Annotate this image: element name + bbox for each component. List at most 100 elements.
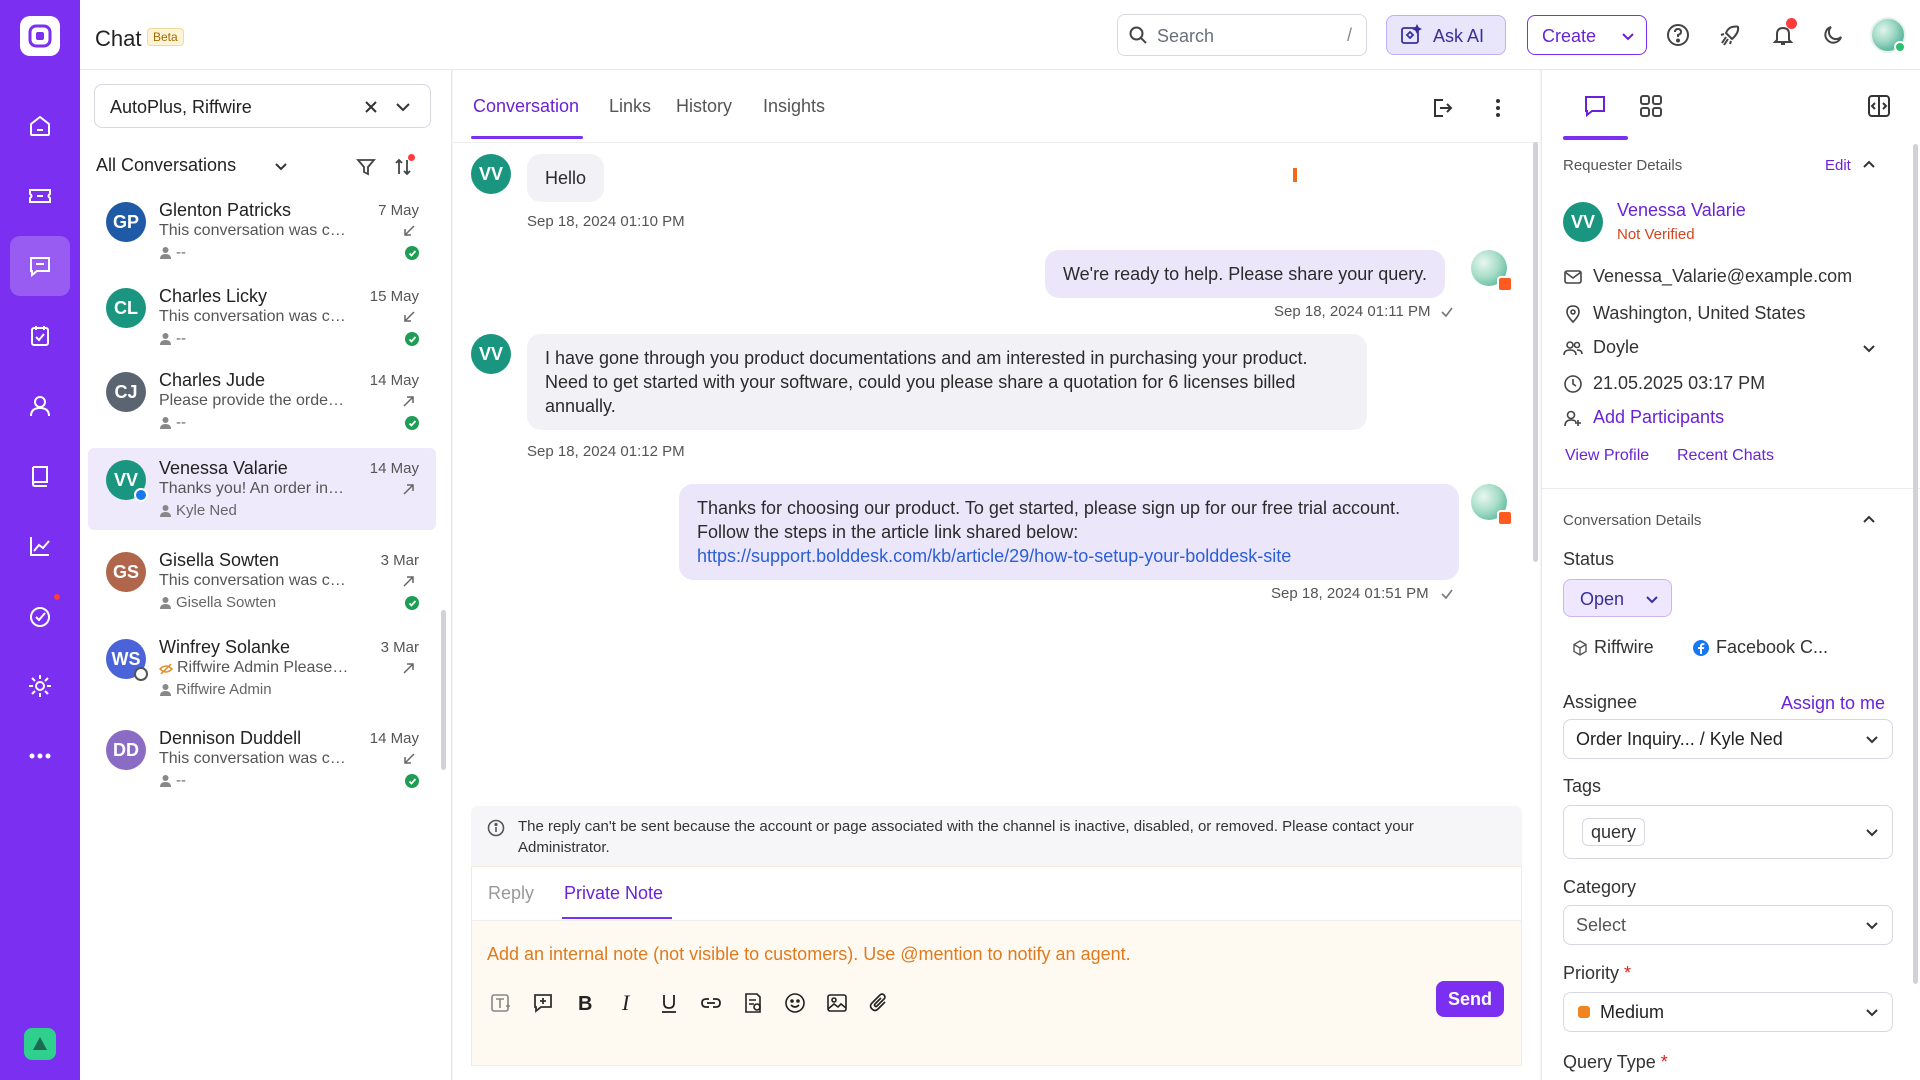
- sort-icon[interactable]: [392, 154, 415, 178]
- assigned-agent-name: Kyle Ned: [176, 502, 237, 519]
- clear-icon[interactable]: [361, 97, 381, 117]
- emoji-icon[interactable]: [781, 989, 809, 1017]
- home-icon[interactable]: [10, 96, 70, 156]
- chevron-down-icon: [1864, 731, 1880, 747]
- ask-ai-button[interactable]: Ask AI: [1386, 15, 1506, 55]
- tab-reply[interactable]: Reply: [488, 883, 534, 904]
- conversation-list-item[interactable]: DD Dennison Duddell 14 May This conversatio…: [88, 718, 436, 800]
- chevron-up-icon[interactable]: [1860, 156, 1878, 174]
- more-icon[interactable]: [10, 726, 70, 786]
- customer-message-bubble: I have gone through you product document…: [527, 334, 1367, 430]
- category-label: Category: [1563, 877, 1637, 897]
- app-logo-icon[interactable]: [20, 16, 60, 56]
- panel-toggle-icon[interactable]: [1865, 92, 1893, 120]
- category-select[interactable]: Select: [1563, 905, 1893, 945]
- moon-icon[interactable]: [1818, 20, 1848, 50]
- tag-chip[interactable]: query: [1582, 818, 1646, 846]
- more-options-icon[interactable]: [1486, 96, 1510, 120]
- apps-grid-icon[interactable]: [1637, 92, 1665, 120]
- scrollbar[interactable]: [1913, 144, 1918, 984]
- view-profile-link[interactable]: View Profile: [1565, 447, 1649, 465]
- link-icon[interactable]: [697, 989, 725, 1017]
- conversation-list-item[interactable]: CL Charles Licky 15 May This conversation w…: [88, 276, 436, 358]
- details-panel: Requester Details Edit VV Venessa Valari…: [1541, 70, 1920, 1080]
- assignee-select[interactable]: Order Inquiry... / Kyle Ned: [1563, 719, 1893, 759]
- article-link[interactable]: https://support.bolddesk.com/kb/article/…: [697, 544, 1441, 568]
- scrollbar[interactable]: [1533, 142, 1538, 562]
- message-preview: This conversation was clos...: [159, 222, 349, 239]
- conversation-date: 7 May: [378, 202, 419, 219]
- brand-cube-icon: [1572, 639, 1588, 656]
- top-bar: Chat Beta Search / Ask AI Create: [80, 0, 1920, 70]
- conversation-scope-dropdown[interactable]: All Conversations: [96, 155, 287, 176]
- tab-private-note[interactable]: Private Note: [564, 883, 663, 904]
- assign-to-me-link[interactable]: Assign to me: [1781, 693, 1885, 714]
- tasks-icon[interactable]: [10, 306, 70, 366]
- canned-response-icon[interactable]: [529, 989, 557, 1017]
- chevron-down-icon[interactable]: [1861, 340, 1877, 356]
- exit-conversation-icon[interactable]: [1430, 96, 1454, 120]
- bell-icon[interactable]: [1768, 18, 1798, 50]
- settings-icon[interactable]: [10, 656, 70, 716]
- chevron-down-icon[interactable]: [393, 97, 413, 117]
- search-input[interactable]: Search /: [1117, 14, 1367, 56]
- contact-avatar: GP: [106, 202, 146, 242]
- priority-select[interactable]: Medium: [1563, 992, 1893, 1032]
- nav-rail: [0, 0, 80, 1080]
- scrollbar[interactable]: [441, 610, 446, 770]
- search-shortcut: /: [1346, 25, 1352, 45]
- add-participants-button[interactable]: Add Participants: [1563, 407, 1724, 428]
- send-button[interactable]: Send: [1436, 981, 1504, 1017]
- contacts-icon[interactable]: [10, 376, 70, 436]
- user-avatar[interactable]: [1870, 17, 1906, 53]
- italic-icon[interactable]: I: [613, 989, 641, 1017]
- conversation-list-item[interactable]: CJ Charles Jude 14 May Please provide the o…: [88, 360, 436, 442]
- text-format-icon[interactable]: [487, 989, 515, 1017]
- conversation-list-item[interactable]: VV Venessa Valarie 14 May Thanks you! An or…: [88, 448, 436, 530]
- article-insert-icon[interactable]: [739, 989, 767, 1017]
- chat-icon[interactable]: [10, 236, 70, 296]
- requester-email-row: Venessa_Valarie@example.com: [1563, 266, 1852, 287]
- bold-icon[interactable]: B: [571, 989, 599, 1017]
- chat-details-tab-icon[interactable]: [1581, 92, 1609, 120]
- tab-insights[interactable]: Insights: [763, 96, 825, 117]
- chevron-up-icon[interactable]: [1860, 511, 1878, 529]
- contact-name: Charles Jude: [159, 370, 266, 390]
- requester-group-row[interactable]: Doyle: [1563, 337, 1639, 358]
- outgoing-arrow-icon: [402, 574, 416, 588]
- conversation-list-item[interactable]: WS Winfrey Solanke 3 Mar Riffwire Admin Ple…: [88, 627, 436, 709]
- brand-filter-select[interactable]: AutoPlus, Riffwire: [94, 84, 431, 128]
- conversation-date: 14 May: [369, 730, 419, 747]
- attachment-icon[interactable]: [865, 989, 893, 1017]
- image-icon[interactable]: [823, 989, 851, 1017]
- rocket-icon[interactable]: [1715, 20, 1745, 50]
- status-dropdown[interactable]: Open: [1563, 579, 1672, 617]
- conversation-date: 3 Mar: [380, 552, 419, 569]
- private-note-input[interactable]: Add an internal note (not visible to cus…: [487, 944, 1131, 965]
- tags-select[interactable]: query: [1563, 805, 1893, 859]
- recent-chats-link[interactable]: Recent Chats: [1677, 447, 1774, 465]
- message-line: annually.: [545, 396, 616, 416]
- underline-icon[interactable]: [655, 989, 683, 1017]
- tab-links[interactable]: Links: [609, 96, 651, 117]
- create-button[interactable]: Create: [1527, 15, 1647, 55]
- requester-details-heading: Requester Details: [1563, 157, 1683, 174]
- person-icon: [159, 416, 172, 429]
- conversation-list-item[interactable]: GS Gisella Sowten 3 Mar This conversation w…: [88, 540, 436, 622]
- knowledge-base-icon[interactable]: [10, 446, 70, 506]
- workspace-switcher-icon[interactable]: [24, 1028, 56, 1060]
- tab-conversation[interactable]: Conversation: [473, 96, 579, 117]
- conversation-list-item[interactable]: GP Glenton Patricks 7 May This conversation…: [88, 190, 436, 272]
- requester-location-row: Washington, United States: [1563, 303, 1805, 324]
- reports-icon[interactable]: [10, 516, 70, 576]
- ticket-icon[interactable]: [10, 166, 70, 226]
- tab-history[interactable]: History: [676, 96, 732, 117]
- filter-icon[interactable]: [355, 156, 377, 178]
- requester-name[interactable]: Venessa Valarie: [1617, 200, 1746, 221]
- customer-avatar: VV: [471, 154, 511, 194]
- private-note-icon: [159, 662, 173, 676]
- help-icon[interactable]: [1663, 20, 1693, 50]
- person-icon: [159, 774, 172, 787]
- resolved-check-icon: [405, 332, 419, 346]
- edit-requester-link[interactable]: Edit: [1825, 157, 1851, 174]
